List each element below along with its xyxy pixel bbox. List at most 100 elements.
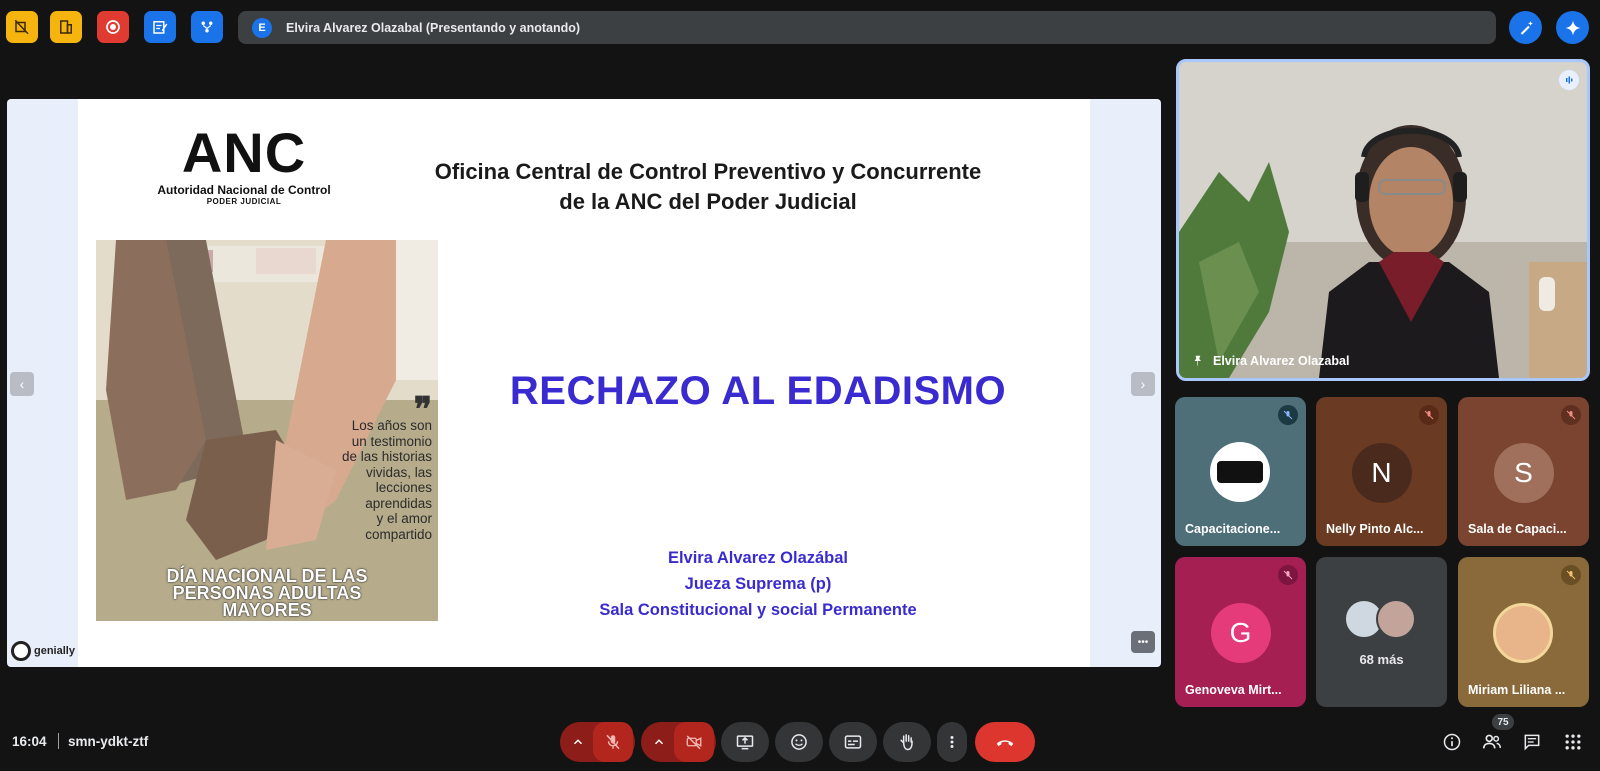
mic-off-icon — [605, 734, 620, 750]
activities-grid-button[interactable] — [1561, 730, 1585, 754]
speaker-video — [1179, 62, 1587, 378]
speaker-tile[interactable]: Elvira Alvarez Olazabal — [1176, 59, 1590, 381]
host-controls-button[interactable] — [50, 11, 82, 43]
speaker-label: Elvira Alvarez Olazabal — [1191, 354, 1349, 368]
captions-button[interactable] — [829, 722, 877, 762]
org-logo-icon — [1217, 461, 1263, 483]
presenting-banner[interactable]: E Elvira Alvarez Olazabal (Presentando y… — [238, 11, 1496, 44]
edit-notes-icon — [153, 21, 168, 34]
poster-quote-line: compartido — [365, 526, 432, 542]
poster-quote-line: Los años son — [351, 418, 432, 433]
present-screen-button[interactable] — [721, 722, 769, 762]
chevron-up-icon — [654, 739, 663, 745]
slide-heading: Oficina Central de Control Preventivo y … — [408, 157, 1008, 217]
people-button[interactable] — [1480, 730, 1504, 754]
people-connect-icon — [201, 21, 213, 33]
hand-icon — [900, 734, 913, 751]
meeting-code: smn-ydkt-ztf — [68, 734, 149, 749]
camera-options-button[interactable] — [644, 735, 674, 749]
participant-name: Nelly Pinto Alc... — [1326, 522, 1424, 536]
info-icon — [1443, 733, 1461, 751]
poster-quote-line: de las historias — [341, 449, 432, 464]
muted-icon — [1278, 405, 1298, 425]
mic-control-group — [560, 722, 635, 762]
hang-up-icon — [996, 740, 1014, 747]
poster-footer: DÍA NACIONAL DE LAS PERSONAS ADULTAS MAY… — [96, 567, 438, 620]
genially-badge[interactable]: genially — [11, 641, 75, 661]
notes-button[interactable] — [144, 11, 176, 43]
camera-toggle-button[interactable] — [673, 722, 714, 762]
recording-button[interactable] — [97, 11, 129, 43]
genially-label: genially — [34, 645, 75, 657]
audio-level-icon — [1566, 76, 1573, 84]
people-icon — [1482, 734, 1501, 749]
present-screen-icon — [736, 735, 754, 750]
annotate-button[interactable] — [1509, 11, 1542, 44]
sparkle-icon — [1565, 20, 1580, 35]
presentation-screen: ‹ › ANC Autoridad Nacional de Control PO… — [7, 99, 1161, 667]
anc-logo: ANC Autoridad Nacional de Control PODER … — [149, 121, 339, 207]
participant-count-badge: 75 — [1492, 714, 1514, 730]
slide-heading-line-2: de la ANC del Poder Judicial — [559, 189, 857, 214]
breakout-button[interactable] — [191, 11, 223, 43]
presenter-credits: Elvira Alvarez Olazábal Jueza Suprema (p… — [518, 545, 998, 623]
emoji-icon — [791, 734, 807, 750]
divider — [58, 733, 59, 749]
anc-logo-text: ANC — [181, 121, 307, 184]
presenter-role: Jueza Suprema (p) — [684, 575, 832, 593]
more-participants-tile[interactable]: 68 más — [1316, 557, 1447, 707]
mic-toggle-button[interactable] — [592, 722, 633, 762]
mic-options-button[interactable] — [563, 735, 593, 749]
participant-tile[interactable]: N Nelly Pinto Alc... — [1316, 397, 1447, 546]
clock: 16:04 — [12, 734, 47, 749]
more-vert-icon — [950, 736, 954, 748]
muted-icon — [1561, 405, 1581, 425]
anc-logo-subtitle: Autoridad Nacional de Control — [157, 183, 331, 197]
slide-next-button[interactable]: › — [1131, 372, 1155, 396]
slide-more-button[interactable]: ••• — [1131, 631, 1155, 653]
participant-avatar: N — [1351, 443, 1412, 503]
presenter-avatar: E — [252, 17, 272, 38]
poster-quote-line: un testimonio — [351, 433, 432, 449]
poster-quote-line: lecciones — [375, 480, 432, 495]
participant-thumb — [1376, 599, 1416, 639]
activities-button[interactable] — [6, 11, 38, 43]
speaking-indicator — [1559, 70, 1579, 90]
camera-control-group — [641, 722, 716, 762]
chevron-up-icon — [573, 739, 582, 745]
participant-name: Sala de Capaci... — [1468, 522, 1567, 536]
participant-tile[interactable]: S Sala de Capaci... — [1458, 397, 1589, 546]
participant-name: Capacitacione... — [1185, 522, 1281, 536]
raise-hand-button[interactable] — [883, 722, 931, 762]
pin-icon — [1194, 355, 1201, 366]
participant-logo-avatar — [1210, 442, 1270, 502]
pen-sparkle-icon — [1520, 20, 1533, 35]
genially-logo-icon — [11, 641, 31, 661]
participant-tile[interactable]: G Genoveva Mirt... — [1175, 557, 1306, 707]
participant-tile[interactable]: Miriam Liliana ... — [1458, 557, 1589, 707]
participant-tile[interactable]: Capacitacione... — [1175, 397, 1306, 546]
slide-heading-line-1: Oficina Central de Control Preventivo y … — [434, 159, 982, 184]
more-participants-label: 68 más — [1359, 652, 1404, 667]
presenting-label: Elvira Alvarez Olazabal (Presentando y a… — [286, 20, 581, 35]
anc-logo-subtitle-2: PODER JUDICIAL — [206, 197, 282, 206]
meeting-details-button[interactable] — [1440, 730, 1464, 754]
participant-photo-avatar — [1493, 603, 1553, 663]
meet-window: E Elvira Alvarez Olazabal (Presentando y… — [0, 0, 1600, 771]
chat-button[interactable] — [1520, 730, 1544, 754]
gemini-button[interactable] — [1556, 11, 1589, 44]
participant-name: Genoveva Mirt... — [1185, 683, 1282, 697]
more-options-button[interactable] — [937, 722, 967, 762]
poster-image: ❞ Los años son un testimonio de las hist… — [96, 240, 438, 621]
leave-call-button[interactable] — [975, 722, 1035, 762]
muted-icon — [1419, 405, 1439, 425]
no-recording-icon — [14, 19, 29, 35]
presenter-name: Elvira Alvarez Olazábal — [667, 549, 849, 567]
reactions-button[interactable] — [775, 722, 823, 762]
poster-footer-line: MAYORES — [222, 600, 312, 620]
building-icon — [60, 20, 72, 34]
slide: ANC Autoridad Nacional de Control PODER … — [78, 99, 1090, 667]
muted-icon — [1561, 565, 1581, 585]
slide-prev-button[interactable]: ‹ — [10, 372, 34, 396]
chat-icon — [1524, 734, 1540, 751]
